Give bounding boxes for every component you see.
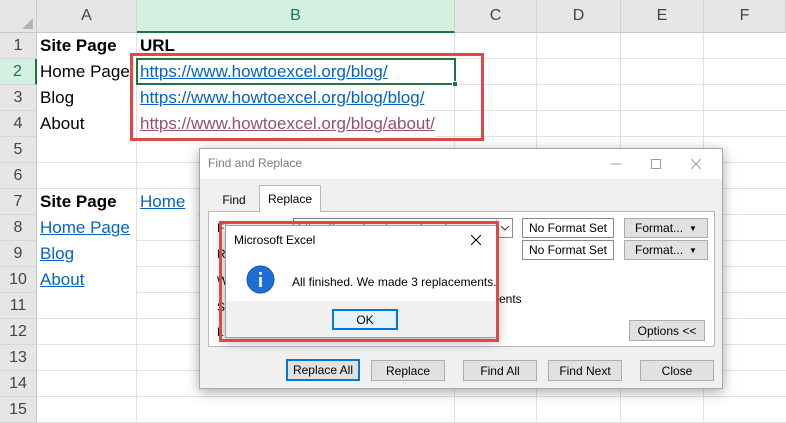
message-box-footer: OK — [226, 301, 496, 337]
replace-format-status-text: No Format Set — [528, 243, 608, 257]
match-contents-partial-label: ents — [499, 292, 522, 306]
info-icon — [246, 265, 275, 294]
cell-a7[interactable]: Site Page — [37, 189, 136, 215]
close-button[interactable]: Close — [640, 360, 714, 381]
column-header-a[interactable]: A — [37, 0, 137, 33]
replace-label: Replace — [385, 363, 431, 378]
row-header-15[interactable]: 15 — [0, 397, 37, 423]
message-box-body: All finished. We made 3 replacements. — [226, 255, 497, 301]
column-header-d[interactable]: D — [537, 0, 621, 33]
row-header-1[interactable]: 1 — [0, 33, 37, 59]
close-icon[interactable] — [456, 226, 496, 254]
column-header-b[interactable]: B — [137, 0, 455, 33]
message-box-text: All finished. We made 3 replacements. — [292, 275, 497, 289]
cell-a10-link[interactable]: About — [37, 267, 136, 293]
cell-a9-link[interactable]: Blog — [37, 241, 136, 267]
cell-a4[interactable]: About — [37, 111, 136, 137]
find-replace-titlebar[interactable]: Find and Replace — [200, 149, 722, 179]
find-format-status-text: No Format Set — [528, 221, 608, 235]
options-button-label: Options << — [637, 323, 697, 338]
column-header-c[interactable]: C — [455, 0, 537, 33]
column-header-e[interactable]: E — [621, 0, 704, 33]
search-label: S — [217, 300, 226, 314]
row-header-8[interactable]: 8 — [0, 215, 37, 241]
replace-format-button-label: Format... — [635, 243, 684, 257]
cell-b2-link[interactable]: https://www.howtoexcel.org/blog/ — [137, 59, 388, 85]
row-header-4[interactable]: 4 — [0, 111, 37, 137]
cell-b3-link[interactable]: https://www.howtoexcel.org/blog/blog/ — [137, 85, 425, 111]
cell-b1[interactable]: URL — [137, 33, 175, 59]
tab-find-label: Find — [222, 193, 246, 207]
find-all-button[interactable]: Find All — [463, 360, 537, 381]
row-header-14[interactable]: 14 — [0, 371, 37, 397]
gridline — [37, 396, 786, 397]
replace-all-label: Replace All — [292, 363, 354, 377]
message-box-titlebar[interactable]: Microsoft Excel — [226, 226, 496, 255]
row-header-3[interactable]: 3 — [0, 85, 37, 111]
row-header-10[interactable]: 10 — [0, 267, 37, 293]
replace-all-button[interactable]: Replace All — [286, 359, 360, 381]
cell-b7-link[interactable]: Home — [137, 189, 197, 215]
cell-b4-link[interactable]: https://www.howtoexcel.org/blog/about/ — [137, 111, 435, 137]
tab-find[interactable]: Find — [210, 189, 258, 211]
message-box-title: Microsoft Excel — [234, 233, 316, 247]
find-replace-title: Find and Replace — [208, 156, 303, 170]
replace-format-status: No Format Set — [522, 240, 614, 260]
cell-a3[interactable]: Blog — [37, 85, 136, 111]
find-next-label: Find Next — [559, 363, 611, 378]
ok-button-label: OK — [356, 312, 374, 327]
cell-a2[interactable]: Home Page — [37, 59, 136, 85]
row-header-13[interactable]: 13 — [0, 345, 37, 371]
row-header-5[interactable]: 5 — [0, 137, 37, 163]
replace-format-button[interactable]: Format... ▼ — [624, 240, 708, 260]
close-label: Close — [661, 363, 693, 378]
excel-message-box: Microsoft Excel All finished. We made 3 … — [225, 225, 497, 338]
maximize-icon[interactable] — [636, 151, 676, 177]
cell-a1[interactable]: Site Page — [37, 33, 136, 59]
close-icon[interactable] — [676, 151, 716, 177]
tab-replace[interactable]: Replace — [259, 185, 321, 212]
minimize-icon[interactable] — [596, 151, 636, 177]
row-header-6[interactable]: 6 — [0, 163, 37, 189]
ok-button[interactable]: OK — [332, 309, 398, 330]
row-header-2[interactable]: 2 — [0, 59, 37, 85]
row-header-11[interactable]: 11 — [0, 293, 37, 319]
find-next-button[interactable]: Find Next — [548, 360, 622, 381]
cell-a8-link[interactable]: Home Page — [37, 215, 136, 241]
chevron-down-icon[interactable] — [496, 219, 512, 237]
tab-replace-label: Replace — [267, 192, 313, 206]
row-header-7[interactable]: 7 — [0, 189, 37, 215]
find-format-status: No Format Set — [522, 218, 614, 238]
options-button[interactable]: Options << — [629, 320, 705, 341]
row-header-9[interactable]: 9 — [0, 241, 37, 267]
find-format-button[interactable]: Format... ▼ — [624, 218, 708, 238]
dropdown-arrow-icon: ▼ — [689, 223, 697, 233]
replace-button[interactable]: Replace — [371, 360, 445, 381]
column-header-f[interactable]: F — [704, 0, 786, 33]
look-in-label: L — [217, 325, 224, 339]
dropdown-arrow-icon: ▼ — [689, 245, 697, 255]
find-format-button-label: Format... — [635, 221, 684, 235]
row-header-12[interactable]: 12 — [0, 319, 37, 345]
find-all-label: Find All — [480, 363, 520, 378]
select-all-corner[interactable] — [0, 0, 37, 33]
